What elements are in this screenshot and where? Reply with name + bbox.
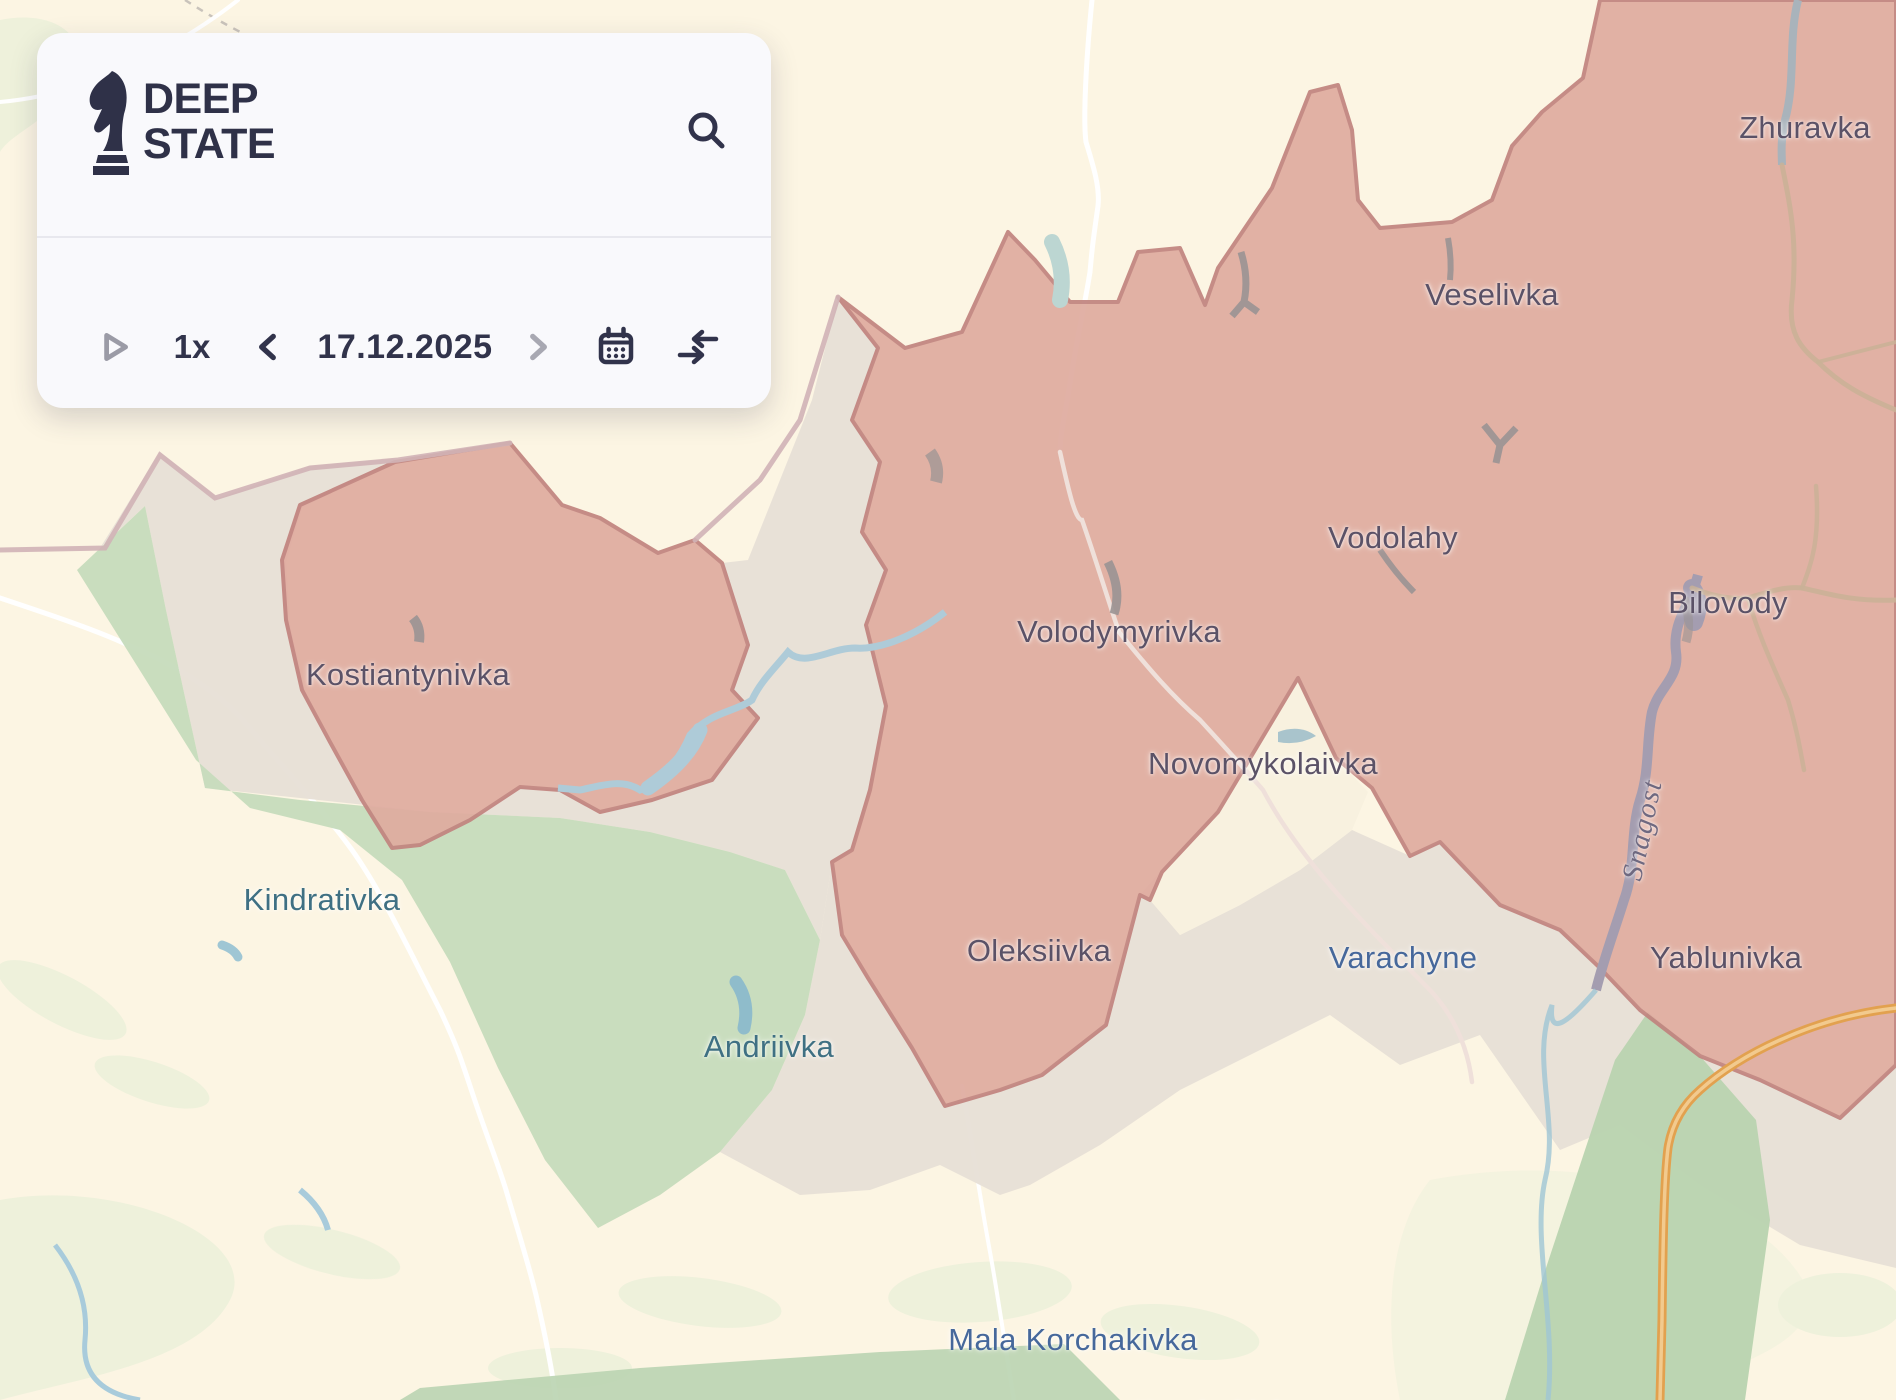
next-day-button[interactable] [516, 286, 560, 408]
knight-icon [85, 69, 129, 175]
control-panel: DEEP STATE 1x 17.12.2025 [37, 33, 771, 408]
compare-button[interactable] [676, 286, 720, 408]
date-value: 17.12.2025 [317, 328, 492, 367]
speed-value: 1x [174, 328, 211, 366]
calendar-button[interactable] [594, 286, 638, 408]
panel-divider [37, 236, 771, 238]
previous-day-button[interactable] [246, 286, 290, 408]
chevron-right-icon [519, 328, 557, 366]
play-button[interactable] [92, 286, 136, 408]
play-icon [95, 328, 133, 366]
calendar-icon [595, 326, 637, 368]
search-icon [685, 109, 729, 153]
brand-name: DEEP STATE [143, 77, 275, 167]
converging-arrows-icon [676, 325, 720, 369]
chevron-left-icon [249, 328, 287, 366]
brand-logo: DEEP STATE [85, 69, 275, 175]
speed-button[interactable]: 1x [165, 286, 219, 408]
date-display[interactable]: 17.12.2025 [305, 286, 505, 408]
search-button[interactable] [685, 109, 729, 153]
deepstate-map-app: ZhuravkaVeselivkaVodolahyBilovodyKostian… [0, 0, 1896, 1400]
